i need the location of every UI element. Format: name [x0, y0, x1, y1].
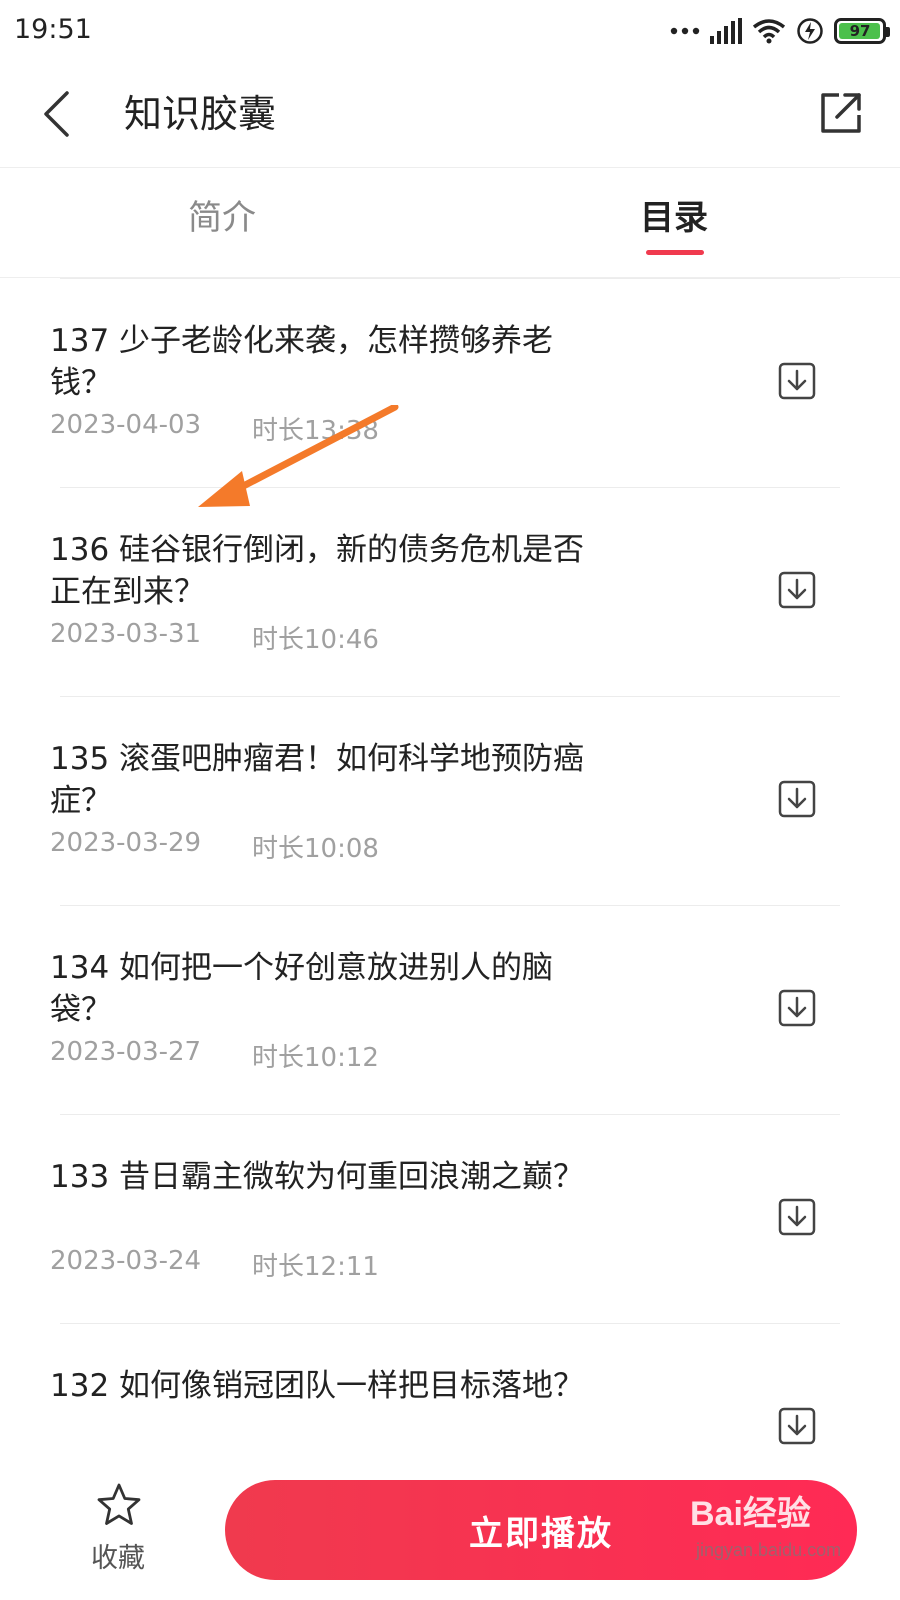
episode-date: 2023-03-29	[50, 828, 202, 858]
list-item[interactable]: 137 少子老龄化来袭，怎样攒够养老钱？ 2023-04-03 时长13:38	[0, 278, 900, 487]
more-dots-icon	[670, 27, 700, 35]
back-button[interactable]	[26, 84, 86, 144]
list-item[interactable]: 135 滚蛋吧肿瘤君！如何科学地预防癌症？ 2023-03-29 时长10:08	[0, 696, 900, 905]
episode-title: 135 滚蛋吧肿瘤君！如何科学地预防癌症？	[50, 741, 585, 819]
page-title: 知识胶囊	[124, 92, 277, 136]
divider	[60, 696, 840, 697]
chevron-left-icon	[44, 91, 69, 137]
list-item[interactable]: 136 硅谷银行倒闭，新的债务危机是否正在到来？ 2023-03-31 时长10…	[0, 487, 900, 696]
favorite-label: 收藏	[91, 1543, 145, 1574]
download-icon[interactable]	[778, 989, 816, 1027]
episode-title: 132 如何像销冠团队一样把目标落地？	[50, 1368, 585, 1404]
divider	[60, 278, 840, 279]
tab-intro[interactable]: 简介	[188, 196, 256, 240]
episode-duration: 时长10:12	[252, 1043, 379, 1073]
divider	[60, 1323, 840, 1324]
episode-list: 137 少子老龄化来袭，怎样攒够养老钱？ 2023-04-03 时长13:38 …	[0, 278, 900, 1532]
favorite-button[interactable]: 收藏	[78, 1482, 158, 1578]
divider	[60, 487, 840, 488]
episode-date: 2023-03-24	[50, 1246, 202, 1276]
episode-title: 133 昔日霸主微软为何重回浪潮之巅？	[50, 1159, 585, 1195]
status-time: 19:51	[14, 14, 92, 45]
download-icon[interactable]	[778, 780, 816, 818]
download-icon[interactable]	[778, 1407, 816, 1445]
signal-icon	[710, 18, 742, 44]
episode-date: 2023-04-03	[50, 410, 202, 440]
list-item[interactable]: 133 昔日霸主微软为何重回浪潮之巅？ 2023-03-24 时长12:11	[0, 1114, 900, 1323]
episode-date: 2023-03-31	[50, 619, 202, 649]
status-bar: 19:51 97	[0, 0, 900, 62]
wifi-icon	[752, 19, 786, 44]
episode-date: 2023-03-27	[50, 1037, 202, 1067]
download-icon[interactable]	[778, 1198, 816, 1236]
episode-title: 134 如何把一个好创意放进别人的脑袋？	[50, 950, 554, 1028]
charging-icon	[797, 18, 823, 44]
download-icon[interactable]	[778, 571, 816, 609]
tab-bar: 简介 目录	[0, 168, 900, 278]
episode-duration: 时长10:46	[252, 625, 379, 655]
battery-level: 97	[849, 22, 871, 40]
status-icons: 97	[670, 14, 890, 48]
tab-active-indicator	[646, 250, 704, 255]
share-button[interactable]	[810, 82, 872, 144]
header: 知识胶囊	[0, 62, 900, 168]
episode-title: 137 少子老龄化来袭，怎样攒够养老钱？	[50, 323, 554, 401]
episode-duration: 时长12:11	[252, 1252, 379, 1282]
play-now-button[interactable]: 立即播放	[225, 1480, 857, 1580]
episode-duration: 时长13:38	[252, 416, 379, 446]
battery-icon: 97	[834, 18, 890, 44]
download-icon[interactable]	[778, 362, 816, 400]
episode-title: 136 硅谷银行倒闭，新的债务危机是否正在到来？	[50, 532, 585, 610]
star-icon	[97, 1483, 141, 1525]
list-item[interactable]: 134 如何把一个好创意放进别人的脑袋？ 2023-03-27 时长10:12	[0, 905, 900, 1114]
play-now-label: 立即播放	[469, 1513, 613, 1554]
tab-catalog[interactable]: 目录	[640, 196, 708, 240]
share-icon	[821, 93, 861, 133]
divider	[60, 905, 840, 906]
bottom-bar: 收藏 立即播放	[0, 1460, 900, 1600]
episode-duration: 时长10:08	[252, 834, 379, 864]
divider	[60, 1114, 840, 1115]
